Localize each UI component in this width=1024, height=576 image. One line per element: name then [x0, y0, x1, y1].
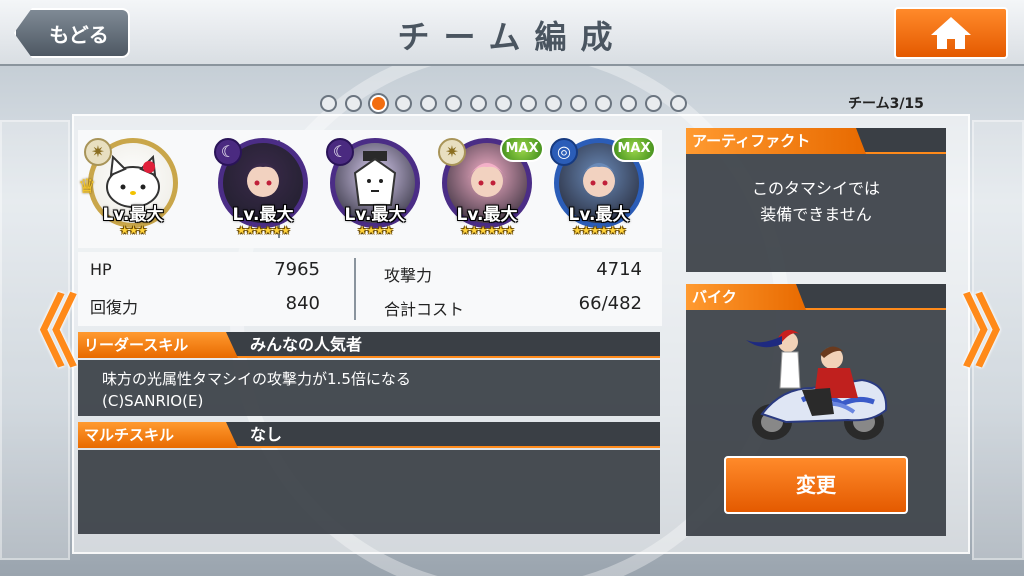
pager-dot[interactable]	[345, 95, 362, 112]
pager-dot[interactable]	[570, 95, 587, 112]
bike-box: バイク 変更	[686, 284, 946, 536]
pager-dot[interactable]	[320, 95, 337, 112]
member-level: Lv.最大	[568, 205, 630, 225]
team-pager	[320, 95, 687, 112]
artifact-message-line2: 装備できません	[760, 205, 872, 224]
leader-skill-body: 味方の光属性タマシイの攻撃力が1.5倍になる (C)SANRIO(E)	[78, 360, 660, 416]
team-member-slot[interactable]: ✷ MAX Lv.最大 ★★★★★★	[438, 136, 544, 244]
leader-crown-icon: ♛	[78, 174, 96, 198]
total-cost-label: 合計コスト	[384, 300, 465, 319]
member-level: Lv.最大	[102, 205, 164, 225]
pager-dot[interactable]	[370, 95, 387, 112]
pager-dot[interactable]	[495, 95, 512, 112]
pager-dot[interactable]	[420, 95, 437, 112]
artifact-header: アーティファクト	[686, 128, 946, 154]
pager-dot[interactable]	[545, 95, 562, 112]
total-cost-value: 66/482	[578, 293, 642, 314]
prev-team-arrow[interactable]: 《	[0, 288, 78, 378]
leader-skill-header: リーダースキル みんなの人気者	[78, 332, 660, 358]
member-rarity-stars: ★★★★★★	[236, 224, 290, 237]
home-icon	[931, 17, 971, 49]
bike-header: バイク	[686, 284, 946, 310]
max-badge: MAX	[612, 136, 656, 162]
member-level: Lv.最大	[456, 205, 518, 225]
max-badge: MAX	[500, 136, 544, 162]
bike-tag: バイク	[686, 284, 806, 310]
pager-dot[interactable]	[670, 95, 687, 112]
hp-value: 7965	[274, 259, 320, 280]
change-bike-button[interactable]: 変更	[724, 456, 908, 514]
next-team-arrow[interactable]: 》	[962, 288, 1024, 378]
member-rarity-stars: ★★★★★★	[572, 224, 626, 237]
pager-dot[interactable]	[595, 95, 612, 112]
leader-skill-name: みんなの人気者	[250, 335, 363, 354]
leader-skill-tag: リーダースキル	[78, 332, 238, 358]
artifact-message-line1: このタマシイでは	[751, 179, 880, 198]
team-stats: HP 7965 回復力 840 攻撃力 4714 合計コスト 66/482	[78, 252, 662, 326]
artifact-tag: アーティファクト	[686, 128, 866, 154]
multi-skill-tag: マルチスキル	[78, 422, 238, 448]
team-members-row: ✷ ♛ Lv.最大 ★★★ ☾ Lv.最大 ★★★★★★ ☾ Lv.最大 ★★★★ ✷ MAX Lv.最…	[78, 130, 662, 248]
light-element-icon: ✷	[438, 138, 466, 166]
pager-dot[interactable]	[620, 95, 637, 112]
stats-divider	[354, 258, 356, 320]
member-level: Lv.最大	[344, 205, 406, 225]
artifact-message: このタマシイでは 装備できません	[686, 176, 946, 228]
pager-dot[interactable]	[645, 95, 662, 112]
header-bar: もどる チーム編成	[0, 0, 1024, 66]
team-member-slot[interactable]: ✷ ♛ Lv.最大 ★★★	[78, 138, 180, 244]
team-member-slot[interactable]: ◎ MAX Lv.最大 ★★★★★★	[550, 136, 656, 244]
leader-skill-copyright: (C)SANRIO(E)	[102, 392, 204, 410]
attack-value: 4714	[596, 259, 642, 280]
member-rarity-stars: ★★★★★★	[460, 224, 514, 237]
multi-skill-name: なし	[250, 425, 283, 444]
leader-skill-description: 味方の光属性タマシイの攻撃力が1.5倍になる	[102, 370, 411, 388]
artifact-box: アーティファクト このタマシイでは 装備できません	[686, 128, 946, 272]
page-title: チーム編成	[397, 18, 627, 56]
bike-illustration	[746, 329, 888, 440]
home-button[interactable]	[894, 7, 1008, 59]
light-element-icon: ✷	[84, 138, 112, 166]
dark-element-icon: ☾	[326, 138, 354, 166]
pager-dot[interactable]	[445, 95, 462, 112]
water-element-icon: ◎	[550, 138, 578, 166]
dark-element-icon: ☾	[214, 138, 242, 166]
member-rarity-stars: ★★★	[119, 224, 148, 237]
recovery-label: 回復力	[90, 298, 139, 317]
multi-skill-header: マルチスキル なし	[78, 422, 660, 448]
recovery-value: 840	[285, 293, 320, 314]
member-level: Lv.最大	[232, 205, 294, 225]
pager-dot[interactable]	[520, 95, 537, 112]
team-count-label: チーム3/15	[848, 96, 924, 112]
pager-dot[interactable]	[470, 95, 487, 112]
team-member-slot[interactable]: ☾ Lv.最大 ★★★★	[326, 138, 422, 244]
hp-label: HP	[90, 260, 112, 279]
attack-label: 攻撃力	[384, 266, 433, 285]
team-member-slot[interactable]: ☾ Lv.最大 ★★★★★★	[214, 138, 310, 244]
member-rarity-stars: ★★★★	[357, 224, 393, 237]
multi-skill-body	[78, 450, 660, 534]
pager-dot[interactable]	[395, 95, 412, 112]
